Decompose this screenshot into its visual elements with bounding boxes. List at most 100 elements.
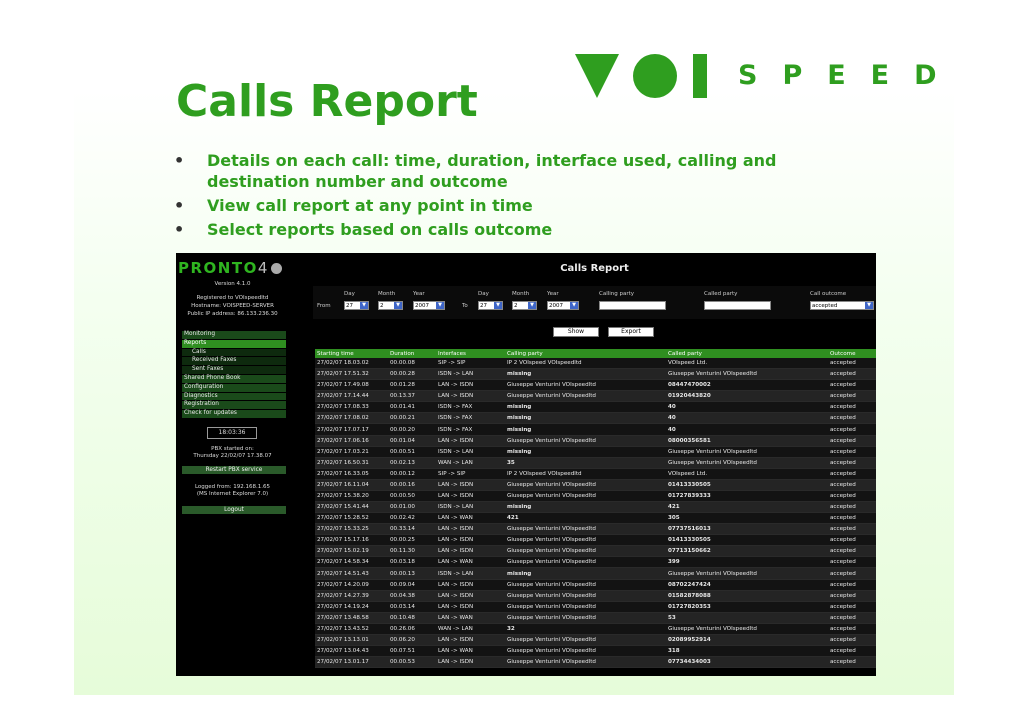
table-row: 27/02/07 17.06.16 00.01.04 LAN -> ISDN Gius… (315, 435, 876, 447)
to-year-select[interactable]: 2007 ▼ (547, 301, 579, 310)
table-cell: 00.00.53 (388, 656, 436, 669)
filter-panel: Day Month Year From 27 ▼ 2 ▼ 2007 ▼ Day Mon… (313, 286, 876, 319)
table-cell: accepted (828, 479, 876, 491)
export-button[interactable]: Export (608, 327, 654, 337)
column-header[interactable]: Duration (388, 349, 436, 358)
table-cell: Giuseppe Venturini VOIspeedltd (666, 623, 828, 635)
table-cell: Giuseppe Venturini VOIspeedltd (505, 556, 666, 569)
from-month-select[interactable]: 2 ▼ (378, 301, 403, 310)
column-header[interactable]: Called party (666, 349, 828, 358)
table-cell: 00.33.14 (388, 523, 436, 536)
main-panel: Calls Report Day Month Year From 27 ▼ 2 ▼ … (313, 253, 876, 676)
table-cell: accepted (828, 545, 876, 558)
call-outcome-select[interactable]: accepted ▼ (810, 301, 874, 310)
table-row: 27/02/07 13.04.43 00.07.51 LAN -> WAN Giuse… (315, 645, 876, 658)
table-cell: LAN -> ISDN (436, 379, 505, 392)
table-cell: accepted (828, 590, 876, 602)
from-month-label: Month (378, 291, 396, 297)
table-cell: 00.10.48 (388, 612, 436, 624)
sidebar-item-registration[interactable]: Registration (182, 401, 286, 411)
table-cell: accepted (828, 379, 876, 392)
table-cell: 27/02/07 14.19.24 (315, 601, 388, 613)
table-cell: Giuseppe Venturini VOIspeedltd (505, 435, 666, 447)
table-cell: Giuseppe Venturini VOIspeedltd (505, 479, 666, 491)
table-cell: missing (505, 412, 666, 425)
table-cell: accepted (828, 556, 876, 569)
table-cell: LAN -> ISDN (436, 634, 505, 647)
table-cell: accepted (828, 412, 876, 425)
table-row: 27/02/07 17.51.32 00.00.28 ISDN -> LAN miss… (315, 368, 876, 381)
table-cell: 27/02/07 17.07.17 (315, 423, 388, 436)
from-day-select[interactable]: 27 ▼ (344, 301, 369, 310)
table-row: 27/02/07 17.08.02 00.00.21 ISDN -> FAX miss… (315, 412, 876, 425)
called-party-input[interactable] (704, 301, 771, 310)
bullet-icon: • (174, 196, 185, 215)
table-cell: Giuseppe Venturini VOIspeedltd (505, 379, 666, 392)
restart-pbx-button[interactable]: Restart PBX service (182, 466, 286, 474)
to-label: To (462, 303, 468, 309)
table-cell: VOIspeed Ltd. (666, 468, 828, 480)
table-cell: 00.06.20 (388, 634, 436, 647)
table-cell: Giuseppe Venturini VOIspeedltd (666, 567, 828, 580)
column-header[interactable]: Calling party (505, 349, 666, 358)
column-header[interactable]: Starting time (315, 349, 388, 358)
table-cell: 00.01.41 (388, 401, 436, 414)
table-cell: accepted (828, 457, 876, 469)
table-header: Starting time Duration Interfaces Calling p… (315, 349, 876, 358)
table-cell: LAN -> WAN (436, 556, 505, 569)
table-cell: 00.00.21 (388, 412, 436, 425)
table-cell: 00.04.38 (388, 590, 436, 602)
show-button[interactable]: Show (553, 327, 599, 337)
table-cell: 01920443820 (666, 390, 828, 403)
table-cell: 00.01.04 (388, 435, 436, 447)
table-row: 27/02/07 15.38.20 00.00.50 LAN -> ISDN Gius… (315, 490, 876, 503)
table-cell: WAN -> LAN (436, 457, 505, 469)
table-cell: 07713150662 (666, 545, 828, 558)
table-cell: 08447470002 (666, 379, 828, 392)
table-cell: ISDN -> FAX (436, 412, 505, 425)
sidebar-item-monitoring[interactable]: Monitoring (182, 331, 286, 340)
table-cell: accepted (828, 490, 876, 503)
table-cell: LAN -> ISDN (436, 601, 505, 613)
table-cell: accepted (828, 634, 876, 647)
table-cell: Giuseppe Venturini VOIspeedltd (505, 645, 666, 658)
table-cell: LAN -> ISDN (436, 545, 505, 558)
slide-footer-strip (74, 695, 954, 728)
from-year-label: Year (413, 291, 425, 297)
table-cell: accepted (828, 446, 876, 458)
bullet-icon: • (174, 151, 185, 170)
table-cell: Giuseppe Venturini VOIspeedltd (505, 534, 666, 547)
to-day-select[interactable]: 27 ▼ (478, 301, 503, 310)
table-cell: Giuseppe Venturini VOIspeedltd (505, 545, 666, 558)
sidebar-item-check-for-updates[interactable]: Check for updates (182, 410, 286, 419)
calling-party-input[interactable] (599, 301, 666, 310)
called-party-label: Called party (704, 291, 738, 297)
app-brand: PRONTO4 (178, 259, 282, 277)
from-year-select[interactable]: 2007 ▼ (413, 301, 445, 310)
table-cell: accepted (828, 401, 876, 414)
sidebar-item-diagnostics[interactable]: Diagnostics (182, 392, 286, 402)
sidebar-item-shared-phone-book[interactable]: Shared Phone Book (182, 374, 286, 384)
table-cell: 421 (666, 501, 828, 514)
sidebar-item-configuration[interactable]: Configuration (182, 383, 286, 393)
sidebar-item-calls[interactable]: Calls (182, 348, 286, 358)
table-row: 27/02/07 17.03.21 00.00.51 ISDN -> LAN miss… (315, 446, 876, 458)
chevron-down-icon: ▼ (528, 302, 536, 309)
public-ip: Public IP address: 86.133.236.30 (187, 311, 278, 317)
logout-button[interactable]: Logout (182, 506, 286, 514)
chevron-down-icon: ▼ (570, 302, 578, 309)
table-cell: 40 (666, 423, 828, 436)
sidebar-item-received-faxes[interactable]: Received Faxes (182, 357, 286, 367)
browser-info: (MS Internet Explorer 7.0) (196, 491, 269, 497)
column-header[interactable]: Outcome (828, 349, 876, 358)
to-year-label: Year (547, 291, 559, 297)
sidebar-item-sent-faxes[interactable]: Sent Faxes (182, 366, 286, 375)
bullet-item: • View call report at any point in time (174, 196, 533, 215)
column-header[interactable]: Interfaces (436, 349, 505, 358)
table-row: 27/02/07 13.48.58 00.10.48 LAN -> WAN Giuse… (315, 612, 876, 624)
table-cell: IP 2 VOIspeed VOIspeedltd (505, 468, 666, 480)
sidebar-item-reports[interactable]: Reports (182, 339, 286, 349)
from-day-label: Day (344, 291, 355, 297)
table-cell: ISDN -> LAN (436, 567, 505, 580)
to-month-select[interactable]: 2 ▼ (512, 301, 537, 310)
